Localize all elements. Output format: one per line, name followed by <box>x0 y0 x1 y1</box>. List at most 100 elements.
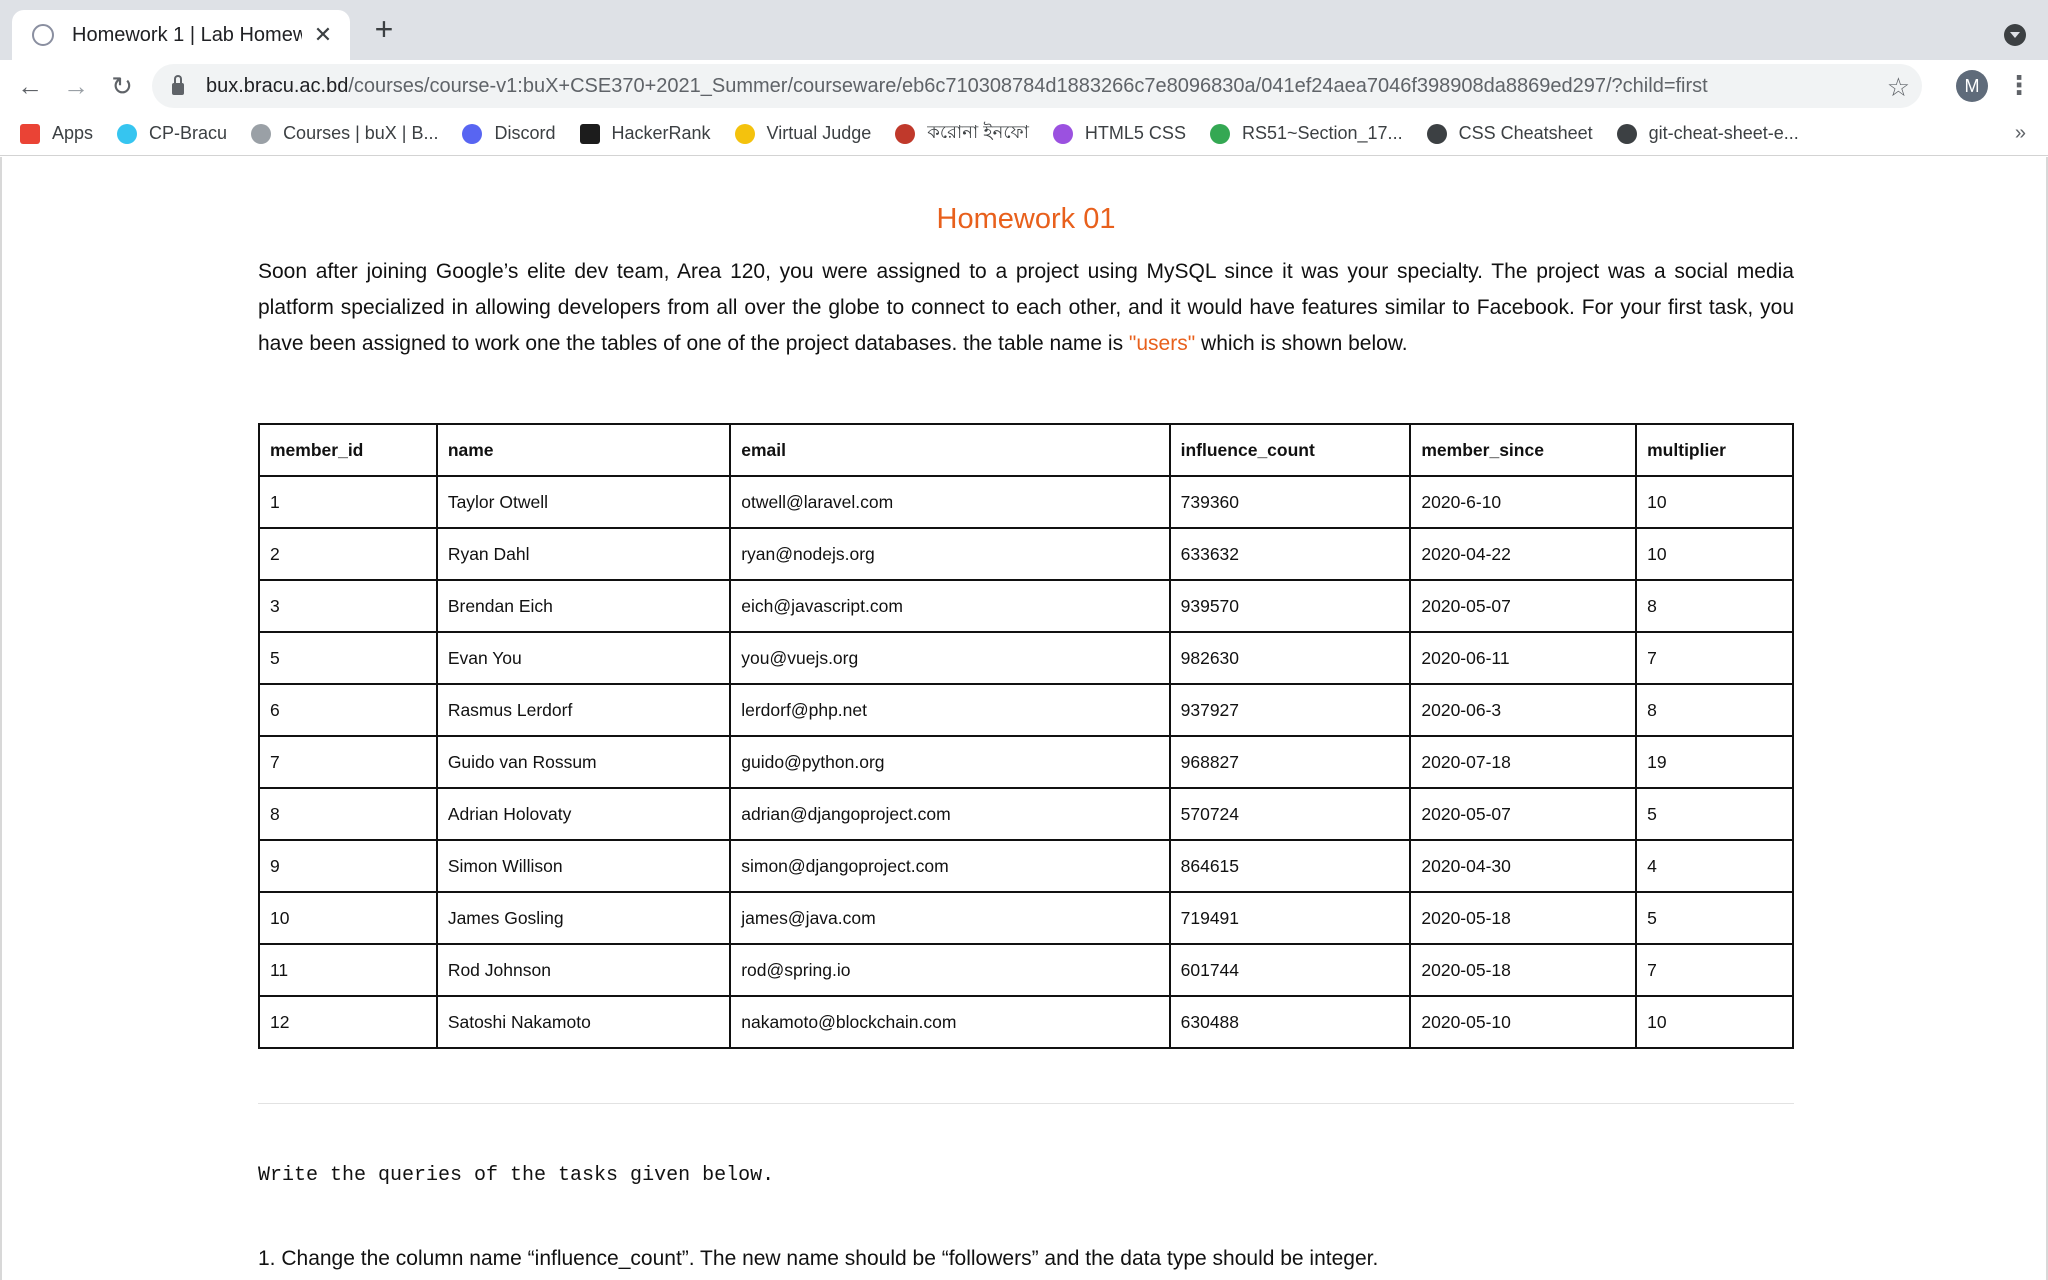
table-cell: 5 <box>1635 787 1794 841</box>
browser-toolbar: ← → ↻ bux.bracu.ac.bd/courses/course-v1:… <box>0 60 2048 112</box>
bookmark-item[interactable]: CP-Bracu <box>117 123 227 144</box>
bookmark-item[interactable]: Discord <box>462 123 556 144</box>
bookmark-label: git-cheat-sheet-e... <box>1648 123 1799 143</box>
bookmark-label: Apps <box>52 123 94 143</box>
table-cell: 601744 <box>1168 943 1412 997</box>
bookmark-label: Discord <box>494 123 556 143</box>
table-cell: 2020-04-30 <box>1409 839 1638 893</box>
table-cell: 7 <box>1635 943 1794 997</box>
table-cell: 939570 <box>1168 579 1412 633</box>
bookmark-star-icon[interactable]: ☆ <box>1887 72 1910 103</box>
table-cell: 3 <box>258 579 438 633</box>
table-cell: 11 <box>258 943 438 997</box>
table-cell: 739360 <box>1168 475 1412 529</box>
table-cell: 7 <box>258 735 438 789</box>
table-cell: 982630 <box>1168 631 1412 685</box>
table-cell: 8 <box>258 787 438 841</box>
intro-paragraph: Soon after joining Google’s elite dev te… <box>258 254 1794 362</box>
column-header: multiplier <box>1635 423 1794 477</box>
table-cell: 4 <box>1635 839 1794 893</box>
table-cell: 2020-6-10 <box>1409 475 1638 529</box>
table-header-row: member_id name email influence_count member_… <box>258 423 1794 477</box>
bookmark-item[interactable]: Virtual Judge <box>734 123 871 144</box>
table-cell: james@java.com <box>729 891 1171 945</box>
back-arrow-icon[interactable]: ← <box>14 70 46 102</box>
table-cell: 2020-06-11 <box>1409 631 1638 685</box>
page-viewport: Homework 01 Soon after joining Google’s … <box>0 157 2048 1280</box>
bookmark-item[interactable]: Apps <box>20 123 93 144</box>
page-title: Homework 01 <box>936 203 1116 235</box>
table-cell: 12 <box>258 995 438 1049</box>
table-cell: 10 <box>1635 527 1794 581</box>
table-cell: simon@djangoproject.com <box>729 839 1171 893</box>
profile-avatar[interactable]: M <box>1956 70 1988 102</box>
table-cell: 937927 <box>1168 683 1412 737</box>
reload-icon[interactable]: ↻ <box>106 70 138 102</box>
bookmark-label: করোনা ইনফো <box>927 122 1029 142</box>
table-row: 12 Satoshi Nakamoto nakamoto@blockchain.co… <box>258 995 1794 1049</box>
table-cell: 2020-05-07 <box>1409 787 1638 841</box>
table-cell: 19 <box>1635 735 1794 789</box>
table-cell: Adrian Holovaty <box>435 787 732 841</box>
bookmark-item[interactable]: CSS Cheatsheet <box>1426 123 1593 144</box>
table-cell: 2020-05-10 <box>1409 995 1638 1049</box>
table-cell: ryan@nodejs.org <box>729 527 1171 581</box>
table-cell: Evan You <box>435 631 732 685</box>
table-row: 3 Brendan Eich eich@javascript.com 939570 20… <box>258 579 1794 633</box>
table-cell: Guido van Rossum <box>435 735 732 789</box>
tab-search-icon[interactable] <box>2004 24 2026 46</box>
table-cell: Taylor Otwell <box>435 475 732 529</box>
bookmark-item[interactable]: RS51~Section_17... <box>1209 123 1403 144</box>
table-row: 1 Taylor Otwell otwell@laravel.com 739360 20… <box>258 475 1794 529</box>
table-row: 10 James Gosling james@java.com 719491 2020-… <box>258 891 1794 945</box>
bookmark-label: CP-Bracu <box>149 123 228 143</box>
table-cell: 10 <box>258 891 438 945</box>
bookmark-label: RS51~Section_17... <box>1241 123 1403 143</box>
table-row: 2 Ryan Dahl ryan@nodejs.org 633632 2020-04-2… <box>258 527 1794 581</box>
table-cell: nakamoto@blockchain.com <box>729 995 1171 1049</box>
bookmark-label: CSS Cheatsheet <box>1458 123 1593 143</box>
table-cell: 1 <box>258 475 438 529</box>
table-cell: lerdorf@php.net <box>729 683 1171 737</box>
table-cell: 7 <box>1635 631 1794 685</box>
table-cell: 2020-06-3 <box>1409 683 1638 737</box>
table-name-highlight: "users" <box>1128 332 1196 355</box>
menu-kebab-icon[interactable]: ⋮ <box>2006 68 2032 102</box>
bookmark-label: HTML5 CSS <box>1084 123 1186 143</box>
apps-grid-icon <box>20 123 40 144</box>
table-cell: 630488 <box>1168 995 1412 1049</box>
bookmark-label: Courses | buX | B... <box>283 123 439 143</box>
table-cell: otwell@laravel.com <box>729 475 1171 529</box>
close-icon[interactable]: ✕ <box>310 22 336 48</box>
bookmark-item[interactable]: git-cheat-sheet-e... <box>1616 123 1799 144</box>
table-row: 8 Adrian Holovaty adrian@djangoproject.com… <box>258 787 1794 841</box>
bookmark-item[interactable]: Courses | buX | B... <box>251 123 438 144</box>
table-body: 1 Taylor Otwell otwell@laravel.com 739360 20… <box>258 475 1794 1049</box>
table-cell: eich@javascript.com <box>729 579 1171 633</box>
bux-favicon-icon <box>32 24 54 46</box>
url-text[interactable]: bux.bracu.ac.bd/courses/course-v1:buX+CS… <box>206 75 1708 98</box>
table-cell: 570724 <box>1168 787 1412 841</box>
bookmark-item[interactable]: HTML5 CSS <box>1052 123 1186 144</box>
address-bar[interactable]: bux.bracu.ac.bd/courses/course-v1:buX+CS… <box>152 64 1922 108</box>
lock-icon[interactable] <box>172 75 184 95</box>
intro-text-2: which is shown below. <box>1195 332 1408 355</box>
column-header: member_id <box>258 423 438 477</box>
table-cell: you@vuejs.org <box>729 631 1171 685</box>
table-cell: adrian@djangoproject.com <box>729 787 1171 841</box>
new-tab-plus-icon[interactable]: + <box>368 13 400 46</box>
table-cell: Brendan Eich <box>435 579 732 633</box>
forward-arrow-icon[interactable]: → <box>60 70 92 102</box>
hackerrank-icon <box>579 123 600 144</box>
table-cell: Ryan Dahl <box>435 527 732 581</box>
google-drive-icon <box>1209 123 1230 144</box>
table-cell: James Gosling <box>435 891 732 945</box>
discord-icon <box>462 123 483 144</box>
bookmarks-overflow-icon[interactable]: » <box>2015 122 2026 145</box>
table-cell: Simon Willison <box>435 839 732 893</box>
table-row: 6 Rasmus Lerdorf lerdorf@php.net 937927 2020… <box>258 683 1794 737</box>
bookmark-item[interactable]: HackerRank <box>579 123 711 144</box>
bookmark-item[interactable]: করোনা ইনফো <box>895 118 1029 149</box>
browser-tab[interactable]: Homework 1 | Lab Homework 0 ✕ <box>12 10 350 60</box>
bux-icon <box>251 123 272 144</box>
